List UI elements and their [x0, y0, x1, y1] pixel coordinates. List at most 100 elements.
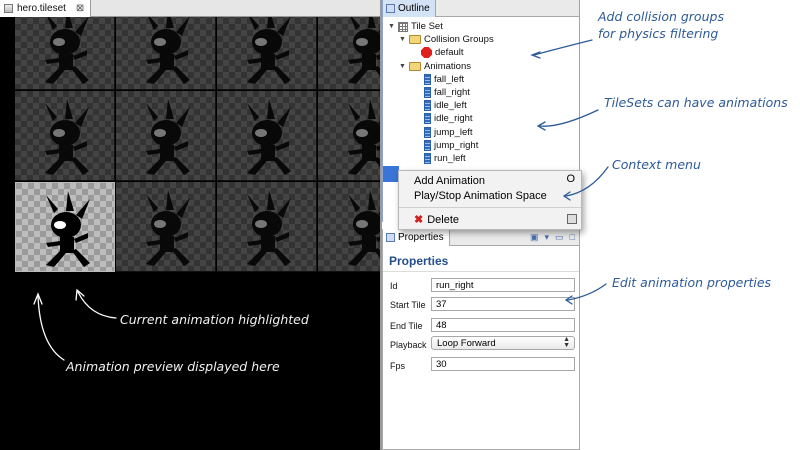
sprite-frame-image — [46, 191, 90, 267]
tree-item-label: idle_right — [434, 113, 473, 124]
tile-grid[interactable] — [15, 17, 380, 277]
tile[interactable] — [217, 91, 317, 181]
tileset-editor[interactable]: hero.tileset ⊠ — [0, 0, 380, 450]
menu-item-label: Play/Stop Animation Space — [414, 189, 547, 202]
tree-item-animations[interactable]: ▼ Animations — [399, 60, 471, 73]
tile[interactable] — [116, 182, 216, 272]
outline-icon — [386, 4, 395, 13]
playback-select[interactable]: Loop Forward ▲ ▼ — [431, 336, 575, 350]
properties-tab-label: Properties — [398, 232, 444, 243]
tab-properties[interactable]: Properties — [383, 229, 450, 246]
editor-tab-hero-tileset[interactable]: hero.tileset ⊠ — [0, 0, 92, 17]
expand-triangle-icon[interactable]: ▼ — [399, 63, 406, 70]
view-menu-icon[interactable]: ▾ — [545, 232, 550, 243]
tree-item-collision-groups[interactable]: ▼ Collision Groups — [399, 33, 494, 46]
start-tile-label: Start Tile — [390, 300, 426, 310]
editor-tab-label: hero.tileset — [17, 3, 66, 14]
outline-tab-bar: Outline — [383, 0, 579, 17]
tab-outline[interactable]: Outline — [383, 0, 436, 17]
menu-item-label: Add Animation — [414, 174, 485, 187]
tree-item-animation[interactable]: run_left — [424, 152, 466, 165]
properties-tab-bar: Properties ▣ ▾ ▭ □ — [383, 229, 579, 246]
start-tile-field[interactable]: 37 — [431, 297, 575, 311]
tree-item-animation[interactable]: idle_left — [424, 99, 467, 112]
delete-x-icon: ✖ — [414, 214, 424, 226]
tile[interactable] — [217, 182, 317, 272]
playback-value: Loop Forward — [437, 337, 496, 349]
animation-icon — [424, 127, 431, 138]
folder-icon — [409, 62, 421, 71]
properties-view[interactable]: Properties ▣ ▾ ▭ □ Properties Id run_rig… — [382, 229, 580, 450]
maximize-icon[interactable]: □ — [570, 232, 575, 243]
editor-tab-bar: hero.tileset ⊠ — [0, 0, 380, 17]
sprite-frame-image — [146, 99, 190, 175]
context-menu: Add Animation O Play/Stop Animation Spac… — [398, 170, 582, 230]
minimize-icon[interactable]: ▭ — [555, 232, 564, 243]
animation-icon — [424, 113, 431, 124]
tileset-icon — [398, 21, 408, 32]
annotation-tileset-animations: TileSets can have animations — [604, 95, 788, 110]
tile[interactable] — [217, 17, 317, 90]
tile[interactable] — [15, 91, 115, 181]
tree-item-animation[interactable]: idle_right — [424, 112, 473, 125]
annotation-context-menu: Context menu — [612, 157, 701, 172]
properties-heading: Properties — [389, 254, 449, 268]
sprite-frame-image — [45, 17, 89, 84]
animation-icon — [424, 74, 431, 85]
selected-tree-item-highlight — [383, 166, 399, 182]
tile[interactable] — [318, 182, 380, 272]
annotation-line: Add collision groups — [598, 9, 724, 24]
sprite-frame-image — [146, 190, 190, 266]
annotation-collision-groups: Add collision groups for physics filteri… — [598, 8, 724, 42]
tree-item-animation[interactable]: fall_left — [424, 73, 464, 86]
pin-icon[interactable]: ▣ — [530, 232, 539, 243]
tileset-file-icon — [4, 4, 13, 13]
menu-item-shortcut: O — [566, 173, 575, 185]
sprite-frame-image — [247, 17, 291, 84]
sprite-frame-image — [45, 99, 89, 175]
id-label: Id — [390, 281, 398, 291]
animation-icon — [424, 153, 431, 164]
end-tile-field[interactable]: 48 — [431, 318, 575, 332]
collision-group-icon — [421, 47, 432, 58]
menu-item-label: Delete — [427, 213, 460, 226]
annotation-edit-properties: Edit animation properties — [612, 275, 772, 290]
tile[interactable] — [116, 17, 216, 90]
menu-item-delete[interactable]: ✖ Delete — [399, 212, 581, 227]
tree-item-label: Tile Set — [411, 21, 443, 32]
delete-key-icon — [567, 214, 577, 224]
tile[interactable] — [318, 17, 380, 90]
menu-item-play-stop-animation[interactable]: Play/Stop Animation Space — [399, 188, 581, 203]
tile[interactable] — [15, 17, 115, 90]
tile-selected[interactable] — [15, 182, 115, 272]
tree-item-animation[interactable]: jump_left — [424, 126, 473, 139]
fps-label: Fps — [390, 361, 406, 371]
fps-field[interactable]: 30 — [431, 357, 575, 371]
tree-item-animation[interactable]: jump_right — [424, 139, 478, 152]
view-toolbar: ▣ ▾ ▭ □ — [530, 232, 575, 243]
id-field[interactable]: run_right — [431, 278, 575, 292]
close-icon[interactable]: ⊠ — [76, 3, 84, 14]
expand-triangle-icon[interactable]: ▼ — [388, 23, 395, 30]
annotation-line: for physics filtering — [598, 26, 719, 41]
tree-item-animation[interactable]: fall_right — [424, 86, 470, 99]
folder-icon — [409, 35, 421, 44]
sprite-frame-image — [348, 190, 380, 266]
updown-arrows-icon: ▲ ▼ — [563, 336, 570, 349]
tree-item-tileset[interactable]: ▼ Tile Set — [388, 20, 443, 33]
menu-separator — [399, 207, 581, 208]
menu-item-add-animation[interactable]: Add Animation O — [399, 173, 581, 188]
tree-item-label: fall_right — [434, 87, 470, 98]
animation-icon — [424, 87, 431, 98]
sprite-frame-image — [146, 17, 190, 84]
tile[interactable] — [318, 91, 380, 181]
tree-item-collision-default[interactable]: default — [421, 46, 464, 59]
sprite-frame-image — [348, 99, 380, 175]
tree-item-label: default — [435, 47, 464, 58]
annotation-current-animation: Current animation highlighted — [120, 312, 309, 327]
expand-triangle-icon[interactable]: ▼ — [399, 36, 406, 43]
end-tile-label: End Tile — [390, 321, 423, 331]
tile[interactable] — [116, 91, 216, 181]
tree-item-label: Collision Groups — [424, 34, 494, 45]
tree-item-label: idle_left — [434, 100, 467, 111]
